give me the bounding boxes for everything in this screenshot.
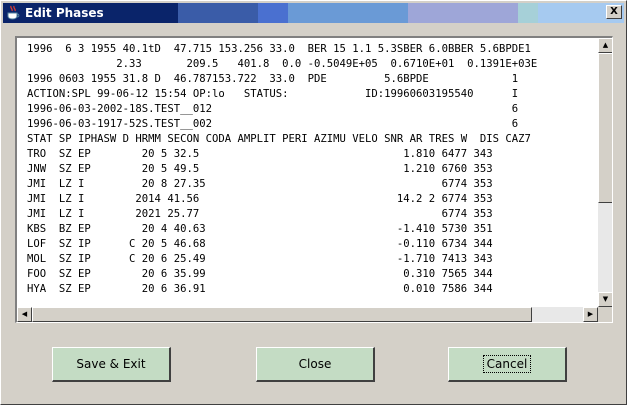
- phase-text-line: JNW SZ EP 20 5 49.5 1.210 6760 353: [27, 163, 493, 175]
- vertical-scroll-thumb[interactable]: [598, 53, 612, 203]
- phase-text-line: 1996 6 3 1955 40.1tD 47.715 153.256 33.0…: [27, 43, 531, 55]
- phase-text-line: 1996-06-03-2002-18S.TEST__012 6: [27, 103, 519, 115]
- horizontal-scrollbar[interactable]: ◀ ▶: [17, 307, 598, 322]
- java-cup-icon: [5, 5, 21, 21]
- phase-text-line: ACTION:SPL 99-06-12 15:54 OP:lo STATUS: …: [27, 88, 519, 100]
- phase-text-content[interactable]: 1996 6 3 1955 40.1tD 47.715 153.256 33.0…: [27, 42, 595, 304]
- vertical-scrollbar[interactable]: ▲ ▼: [598, 38, 612, 307]
- arrow-down-icon[interactable]: ▼: [598, 292, 612, 307]
- close-button[interactable]: Close: [256, 347, 375, 382]
- phase-text-line: JMI LZ I 2021 25.77 6774 353: [27, 208, 493, 220]
- scroll-corner: [598, 307, 612, 322]
- arrow-up-icon[interactable]: ▲: [598, 38, 612, 53]
- titlebar-gradient: [518, 3, 538, 23]
- titlebar-gradient: [258, 3, 288, 23]
- phase-text-line: HYA SZ EP 20 6 36.91 0.010 7586 344: [27, 283, 493, 295]
- phase-text-line: STAT SP IPHASW D HRMM SECON CODA AMPLIT …: [27, 133, 531, 145]
- cancel-button[interactable]: Cancel: [448, 347, 567, 382]
- phase-text-line: MOL SZ IP C 20 6 25.49 -1.710 7413 343: [27, 253, 493, 265]
- phase-text-line: 1996-06-03-1917-52S.TEST__002 6: [27, 118, 519, 130]
- save-exit-label: Save & Exit: [76, 357, 146, 371]
- phase-text-line: FOO SZ EP 20 6 35.99 0.310 7565 344: [27, 268, 493, 280]
- close-label: Close: [298, 357, 332, 371]
- titlebar-gradient: [288, 3, 408, 23]
- phase-text-line: KBS BZ EP 20 4 40.63 -1.410 5730 351: [27, 223, 493, 235]
- window-title: Edit Phases: [25, 6, 104, 20]
- arrow-left-icon[interactable]: ◀: [17, 307, 32, 322]
- phase-text-line: 2.33 209.5 401.8 0.0 -0.5049E+05 0.6710E…: [27, 58, 538, 70]
- close-icon[interactable]: X: [606, 5, 622, 19]
- phase-text-line: TRO SZ EP 20 5 32.5 1.810 6477 343: [27, 148, 493, 160]
- titlebar-gradient: [178, 3, 258, 23]
- phase-text-line: 1996 0603 1955 31.8 D 46.787153.722 33.0…: [27, 73, 519, 85]
- horizontal-scroll-thumb[interactable]: [32, 307, 532, 322]
- cancel-label: Cancel: [482, 355, 532, 373]
- phase-text-line: LOF SZ IP C 20 5 46.68 -0.110 6734 344: [27, 238, 493, 250]
- arrow-right-icon[interactable]: ▶: [583, 307, 598, 322]
- save-exit-button[interactable]: Save & Exit: [52, 347, 171, 382]
- phase-text-area[interactable]: 1996 6 3 1955 40.1tD 47.715 153.256 33.0…: [15, 36, 613, 323]
- titlebar-gradient: [408, 3, 518, 23]
- title-bar[interactable]: Edit Phases X: [3, 3, 624, 23]
- edit-phases-dialog: Edit Phases X 1996 6 3 1955 40.1tD 47.71…: [0, 0, 627, 405]
- phase-text-line: JMI LZ I 20 8 27.35 6774 353: [27, 178, 493, 190]
- phase-text-line: JMI LZ I 2014 41.56 14.2 2 6774 353: [27, 193, 493, 205]
